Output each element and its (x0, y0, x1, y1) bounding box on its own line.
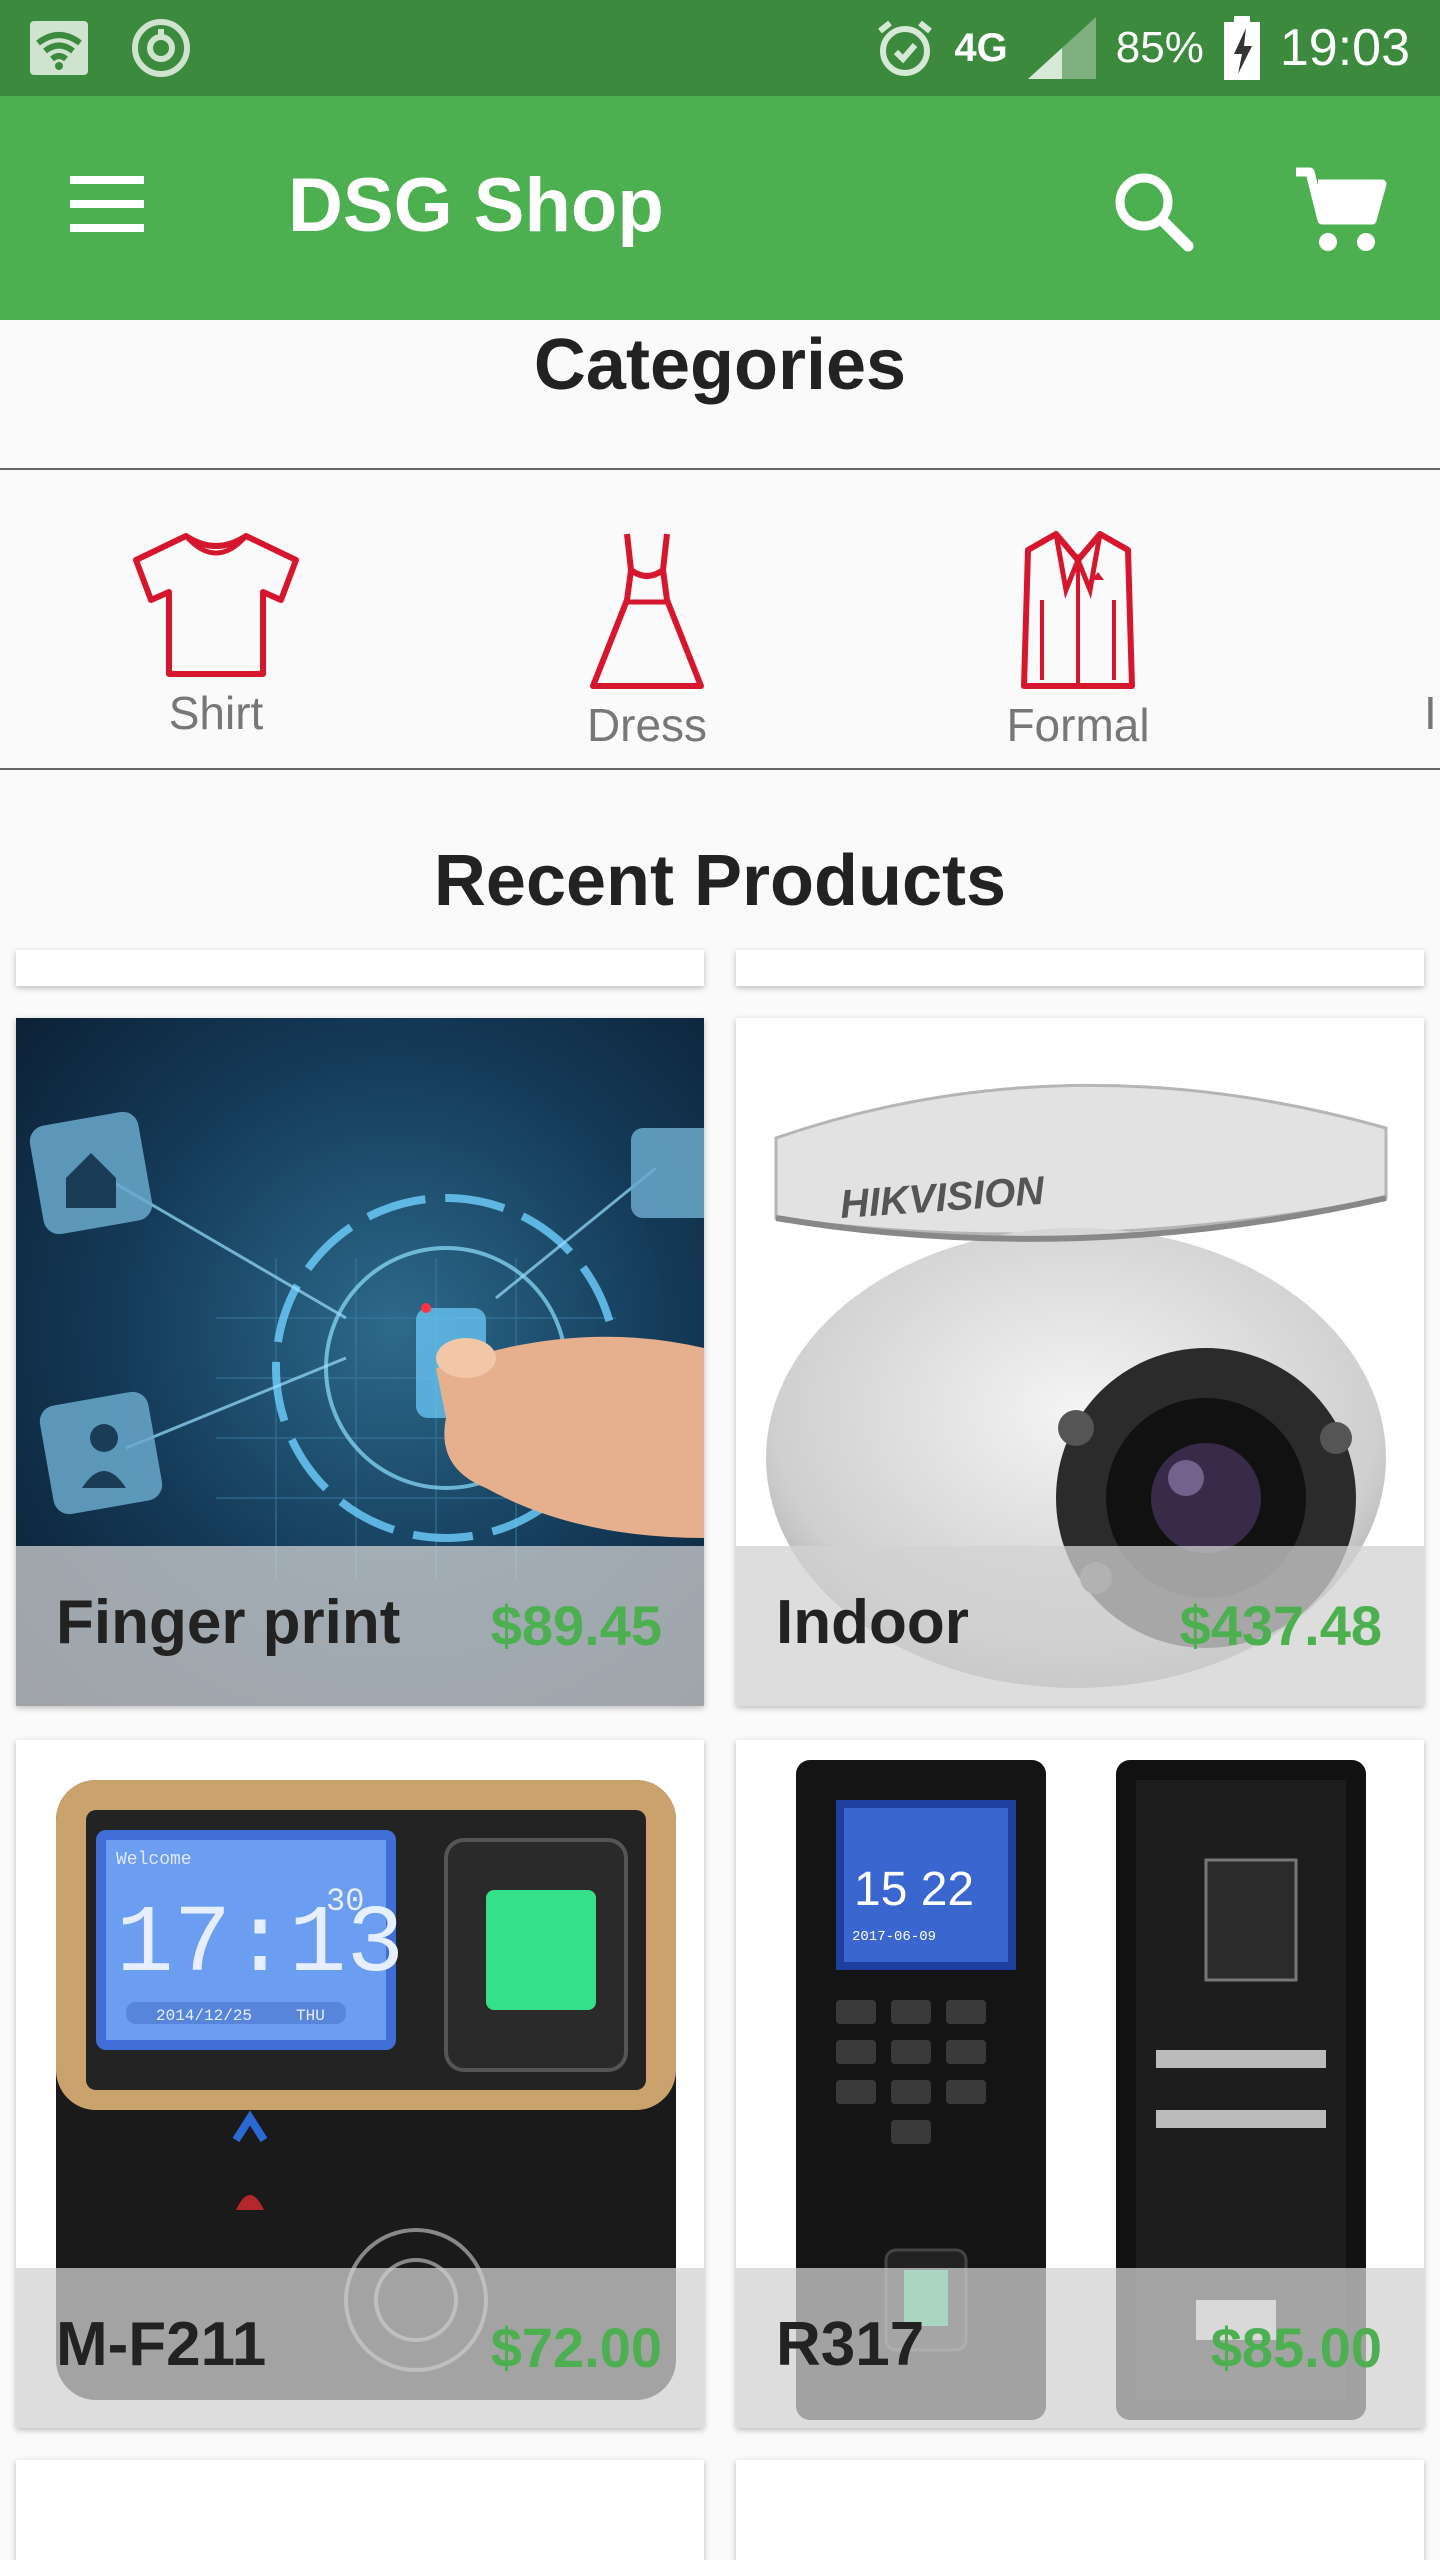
dress-icon (590, 533, 704, 689)
alarm-icon (878, 20, 933, 76)
product-card[interactable]: Welcome 17:13 30 2014/12/25 THU M-F211 $… (16, 1740, 704, 2428)
device-date-text: 2017-06-09 (852, 1929, 936, 1945)
network-type: 4G (954, 25, 1008, 70)
product-price: $72.00 (490, 2316, 662, 2379)
formal-suit-icon (1021, 531, 1135, 689)
app-title: DSG Shop (288, 163, 664, 248)
categories-title: Categories (533, 325, 907, 405)
battery-charging-icon (1223, 16, 1260, 80)
device-seconds-text: 30 (326, 1883, 364, 1920)
device-date-text: 2014/12/25 (156, 2007, 252, 2025)
wifi-icon (30, 21, 88, 75)
device-clock-text: 15 22 (854, 1863, 974, 1916)
menu-icon-line (70, 224, 144, 232)
clock: 19:03 (1279, 19, 1410, 77)
battery-percent: 85% (1115, 23, 1204, 72)
status-bar: 4G 85% 19:03 (0, 0, 1440, 96)
search-icon (1115, 173, 1194, 252)
category-dress[interactable]: Dress (497, 530, 797, 760)
product-card[interactable]: 15 22 2017-06-09 R317 $85.00 (736, 1740, 1424, 2428)
device-welcome-text: Welcome (116, 1850, 192, 1870)
cart-icon (1296, 167, 1387, 251)
product-name: Finger print (56, 1588, 401, 1657)
product-name: Indoor (776, 1588, 969, 1657)
product-name: R317 (776, 2310, 925, 2379)
category-partial[interactable]: I (1360, 530, 1440, 760)
category-label: Dress (586, 699, 708, 751)
category-label: Shirt (168, 687, 264, 739)
shirt-icon (133, 533, 299, 677)
search-button[interactable] (1108, 166, 1198, 256)
category-formal[interactable]: Formal (928, 530, 1228, 760)
product-price: $85.00 (1210, 2316, 1382, 2379)
menu-icon-line (70, 200, 144, 208)
product-price: $89.45 (490, 1594, 662, 1657)
product-card-partial[interactable] (16, 950, 704, 986)
sync-icon (132, 19, 190, 77)
category-label: Formal (1006, 699, 1150, 751)
menu-icon (70, 176, 144, 184)
category-label: I (1424, 687, 1437, 739)
product-price: $437.48 (1179, 1594, 1382, 1657)
cart-button[interactable] (1290, 160, 1390, 260)
menu-button[interactable] (70, 176, 150, 240)
category-strip[interactable]: Shirt Dress Formal I (0, 468, 1440, 770)
product-card-partial[interactable] (16, 2460, 704, 2560)
category-shirt[interactable]: Shirt (66, 530, 366, 760)
product-card-partial[interactable] (736, 950, 1424, 986)
app-bar: DSG Shop (0, 96, 1440, 320)
recent-products-title: Recent Products (433, 841, 1007, 921)
device-day-text: THU (296, 2007, 325, 2025)
product-name: M-F211 (56, 2310, 267, 2379)
product-card[interactable]: HIKVISION Indoor $437.48 (736, 1018, 1424, 1706)
product-card[interactable]: Finger print $89.45 (16, 1018, 704, 1706)
product-card-partial[interactable] (736, 2460, 1424, 2560)
signal-icon (1027, 17, 1096, 79)
